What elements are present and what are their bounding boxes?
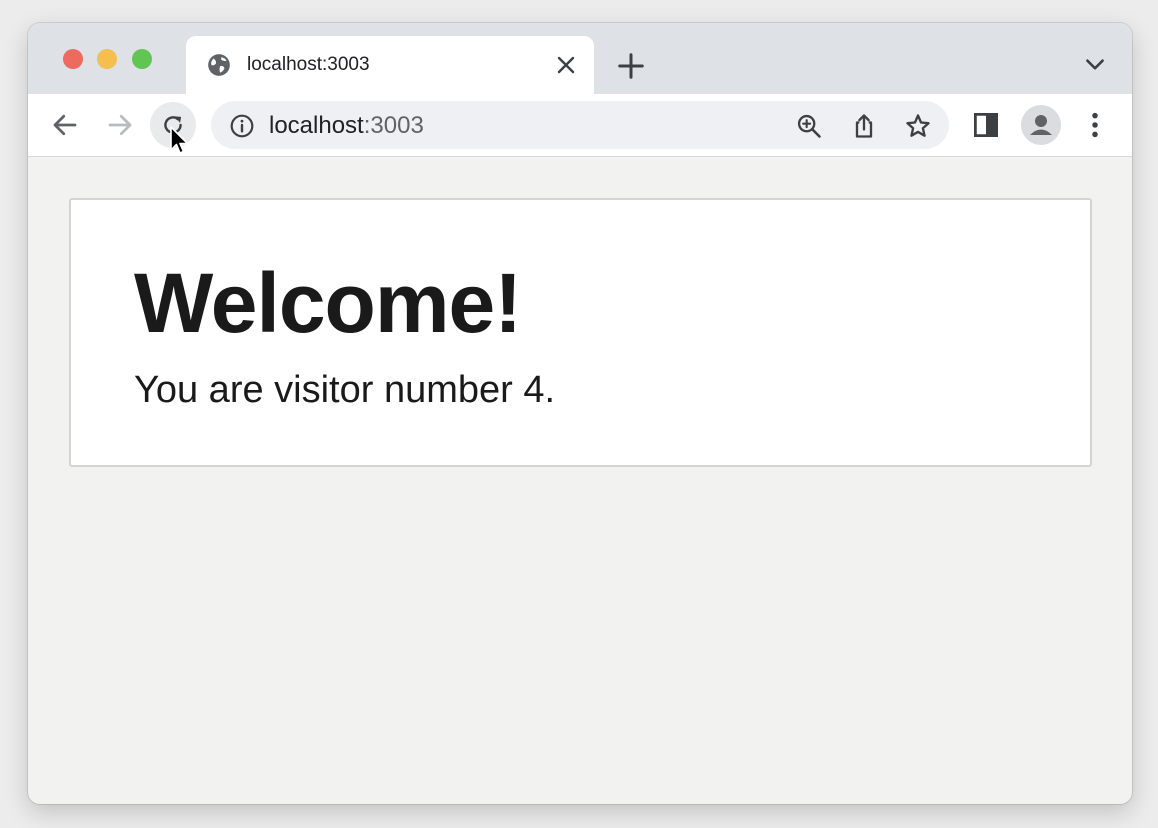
welcome-card: Welcome! You are visitor number 4.	[69, 198, 1092, 467]
arrow-right-icon[interactable]	[105, 110, 135, 140]
person-icon	[1030, 115, 1052, 135]
share-icon[interactable]	[850, 112, 878, 140]
star-icon[interactable]	[904, 112, 932, 140]
arrow-left-icon[interactable]	[50, 110, 80, 140]
url-text[interactable]: localhost:3003	[269, 112, 424, 140]
window-zoom-button[interactable]	[132, 49, 152, 69]
close-icon[interactable]	[554, 53, 578, 77]
browser-window: localhost:3003 localhost:3003 Welcome! Y…	[28, 23, 1132, 804]
tab-localhost[interactable]: localhost:3003	[186, 36, 594, 94]
info-icon[interactable]	[229, 113, 255, 139]
window-minimize-button[interactable]	[97, 49, 117, 69]
window-close-button[interactable]	[63, 49, 83, 69]
side-panel-icon[interactable]	[971, 110, 1001, 140]
tab-title: localhost:3003	[247, 54, 370, 75]
new-tab-button[interactable]	[616, 51, 646, 81]
browser-toolbar: localhost:3003	[28, 94, 1132, 157]
chevron-down-icon[interactable]	[1082, 54, 1108, 76]
globe-icon	[208, 54, 230, 76]
zoom-icon[interactable]	[795, 112, 823, 140]
url-port: :3003	[363, 112, 424, 139]
url-host: localhost	[269, 112, 364, 139]
page-title: Welcome!	[134, 256, 522, 350]
tab-strip: localhost:3003	[28, 23, 1132, 94]
address-bar[interactable]: localhost:3003	[211, 101, 949, 149]
more-vert-icon[interactable]	[1080, 110, 1110, 140]
profile-icon[interactable]	[1021, 105, 1061, 145]
mouse-cursor-icon	[170, 126, 189, 154]
visitor-message: You are visitor number 4.	[134, 369, 556, 411]
